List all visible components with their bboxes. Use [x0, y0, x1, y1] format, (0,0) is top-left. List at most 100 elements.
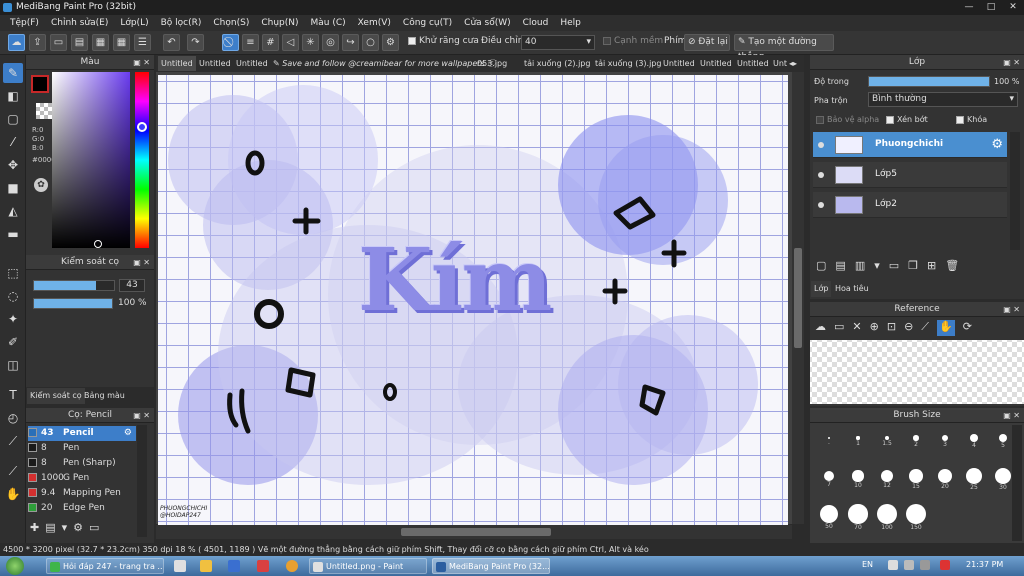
zoom-in-icon[interactable]: ⊕ [870, 320, 879, 336]
layer-row-lop5[interactable]: Lớp5 [813, 162, 1007, 188]
picker-tool-icon[interactable]: ⟋ [3, 461, 23, 481]
palette-icon[interactable]: ✿ [34, 178, 48, 192]
task-paint[interactable]: Untitled.png - Paint [309, 558, 427, 574]
brush-item[interactable]: 9.4 Mapping Pen [28, 486, 136, 501]
brush-item[interactable]: 20 Edge Pen [28, 501, 136, 516]
layer-row-lop2[interactable]: Lớp2 [813, 192, 1007, 218]
dot-tool-icon[interactable]: ▢ [3, 109, 23, 129]
gear-icon[interactable]: ⚙ [991, 137, 1003, 152]
brush-item[interactable]: 43 Pencil ⚙ [28, 426, 136, 441]
brush-size-cell[interactable]: 7 [814, 466, 844, 490]
menu-filter[interactable]: Bộ lọc(R) [155, 15, 208, 31]
duplicate-layer-icon[interactable]: ❐ [908, 259, 918, 275]
app-icon[interactable] [257, 560, 269, 572]
note-icon[interactable]: ▤ [71, 34, 88, 51]
lock-checkbox[interactable] [956, 115, 964, 124]
doc-tab[interactable]: Untitled [233, 56, 271, 71]
menu-select[interactable]: Chọn(S) [207, 15, 255, 31]
antialias-toggle[interactable]: Khử răng cưa [408, 36, 479, 46]
protect-alpha-checkbox[interactable] [816, 115, 824, 124]
panel-menu-icon[interactable]: ▣ ✕ [133, 255, 150, 270]
brush-size-slider[interactable] [33, 280, 115, 291]
brush-size-cell[interactable]: 70 [843, 504, 873, 531]
doc-tab[interactable]: Untitled [734, 56, 772, 71]
brush-size-cell[interactable]: . [814, 428, 844, 452]
task-browser[interactable]: Hỏi đáp 247 - trang tra ... [46, 558, 164, 574]
reference-preview[interactable] [810, 340, 1024, 404]
tab-palette[interactable]: Bảng màu [81, 388, 128, 404]
layer-list-scrollbar[interactable] [1010, 132, 1020, 250]
hue-slider[interactable] [135, 72, 149, 248]
language-indicator[interactable]: EN [862, 560, 873, 569]
saturation-value-picker[interactable] [52, 72, 130, 248]
doc-tab[interactable]: tải xuống (3).jpg [592, 56, 664, 71]
menu-edit[interactable]: Chỉnh sửa(E) [45, 15, 114, 31]
grid-icon[interactable]: ▦ [113, 34, 130, 51]
brush-item[interactable]: 8 Pen (Sharp) [28, 456, 136, 471]
brush-tool-icon[interactable]: ✎ [3, 63, 23, 83]
straight-line-button[interactable]: ✎ Tạo một đường thẳng [734, 34, 834, 62]
circle-snap-icon[interactable]: ◎ [322, 34, 339, 51]
new-halftone-layer-icon[interactable]: ▤ [835, 259, 845, 275]
cross-snap-icon[interactable]: # [262, 34, 279, 51]
reset-button[interactable]: ⊘ Đặt lại [684, 34, 730, 51]
brush-menu-icon[interactable]: ▾ [62, 521, 68, 539]
curve-snap-icon[interactable]: ↪ [342, 34, 359, 51]
menu-view[interactable]: Xem(V) [352, 15, 397, 31]
brush-item[interactable]: 8 Pen [28, 441, 136, 456]
brush-item[interactable]: 1000G Pen [28, 471, 136, 486]
dot-brush-icon[interactable]: ⁄ [3, 132, 23, 152]
chrome-icon[interactable] [286, 560, 298, 572]
hand-icon[interactable]: ✋ [936, 320, 955, 336]
vietkey-icon[interactable] [940, 560, 950, 570]
redo-icon[interactable]: ↷ [187, 34, 204, 51]
undo-icon[interactable]: ↶ [163, 34, 180, 51]
menu-window[interactable]: Cửa sổ(W) [458, 15, 516, 31]
menu-help[interactable]: Help [554, 15, 587, 31]
eye-icon[interactable] [818, 202, 824, 208]
list-icon[interactable]: ☰ [134, 34, 151, 51]
minimize-button[interactable]: — [958, 0, 980, 15]
panel-menu-icon[interactable]: ▣ ✕ [133, 408, 150, 423]
start-button[interactable] [6, 557, 24, 575]
lock-toggle[interactable]: Khóa [956, 115, 987, 124]
protect-alpha-toggle[interactable]: Bảo vệ alpha [816, 115, 879, 124]
brush-size-cell[interactable]: 10 [843, 466, 873, 490]
eyedropper-tool-icon[interactable]: ⟋ [3, 431, 23, 451]
layer-opacity-slider[interactable] [868, 76, 990, 87]
new-layer-icon[interactable]: ▢ [816, 259, 826, 275]
folder-icon[interactable] [200, 560, 212, 572]
panel-menu-icon[interactable]: ▣ ✕ [1003, 55, 1020, 70]
hue-cursor[interactable] [137, 122, 147, 132]
eye-icon[interactable] [818, 172, 824, 178]
menu-cloud[interactable]: Cloud [517, 15, 555, 31]
brush-settings-icon[interactable]: ⚙ [73, 521, 83, 539]
tab-scroll-arrows[interactable]: ◂▸ [786, 56, 800, 71]
soft-edge-checkbox[interactable] [603, 36, 611, 45]
layer-folder-icon[interactable]: ▭ [889, 259, 899, 275]
select-rect-icon[interactable]: ⬚ [3, 263, 23, 283]
open-folder-icon[interactable]: ▭ [834, 320, 844, 336]
brush-size-cell[interactable]: 15 [901, 466, 931, 490]
select-pen-icon[interactable]: ✐ [3, 332, 23, 352]
doc-tab[interactable]: 053.jpg [474, 56, 510, 71]
tab-brush-control[interactable]: Kiểm soát cọ [27, 388, 85, 404]
background-color-swatch[interactable] [36, 103, 52, 119]
menu-layer[interactable]: Lớp(L) [114, 15, 154, 31]
cloud-upload-icon[interactable]: ☁ [815, 320, 826, 336]
horizontal-scroll-thumb[interactable] [401, 528, 551, 536]
parallel-snap-icon[interactable]: ≡ [242, 34, 259, 51]
brush-size-cell[interactable]: 100 [872, 504, 902, 531]
brush-size-cell[interactable]: 50 [814, 504, 844, 530]
doc-tab[interactable]: Untitled [196, 56, 234, 71]
layer-add-menu-icon[interactable]: ▾ [874, 259, 880, 275]
layer-row-phuongchichi[interactable]: Phuongchichi ⚙ [813, 132, 1007, 158]
menu-tools[interactable]: Công cụ(T) [397, 15, 458, 31]
close-button[interactable]: ✕ [1002, 0, 1024, 15]
gear-icon[interactable]: ⚙ [124, 426, 132, 441]
task-medibang[interactable]: MediBang Paint Pro (32... [432, 558, 550, 574]
explorer-icon[interactable] [174, 560, 186, 572]
brush-file-icon[interactable]: ▤ [45, 521, 55, 539]
vertical-scroll-thumb[interactable] [794, 248, 802, 348]
brush-size-cell[interactable]: 12 [872, 466, 902, 490]
